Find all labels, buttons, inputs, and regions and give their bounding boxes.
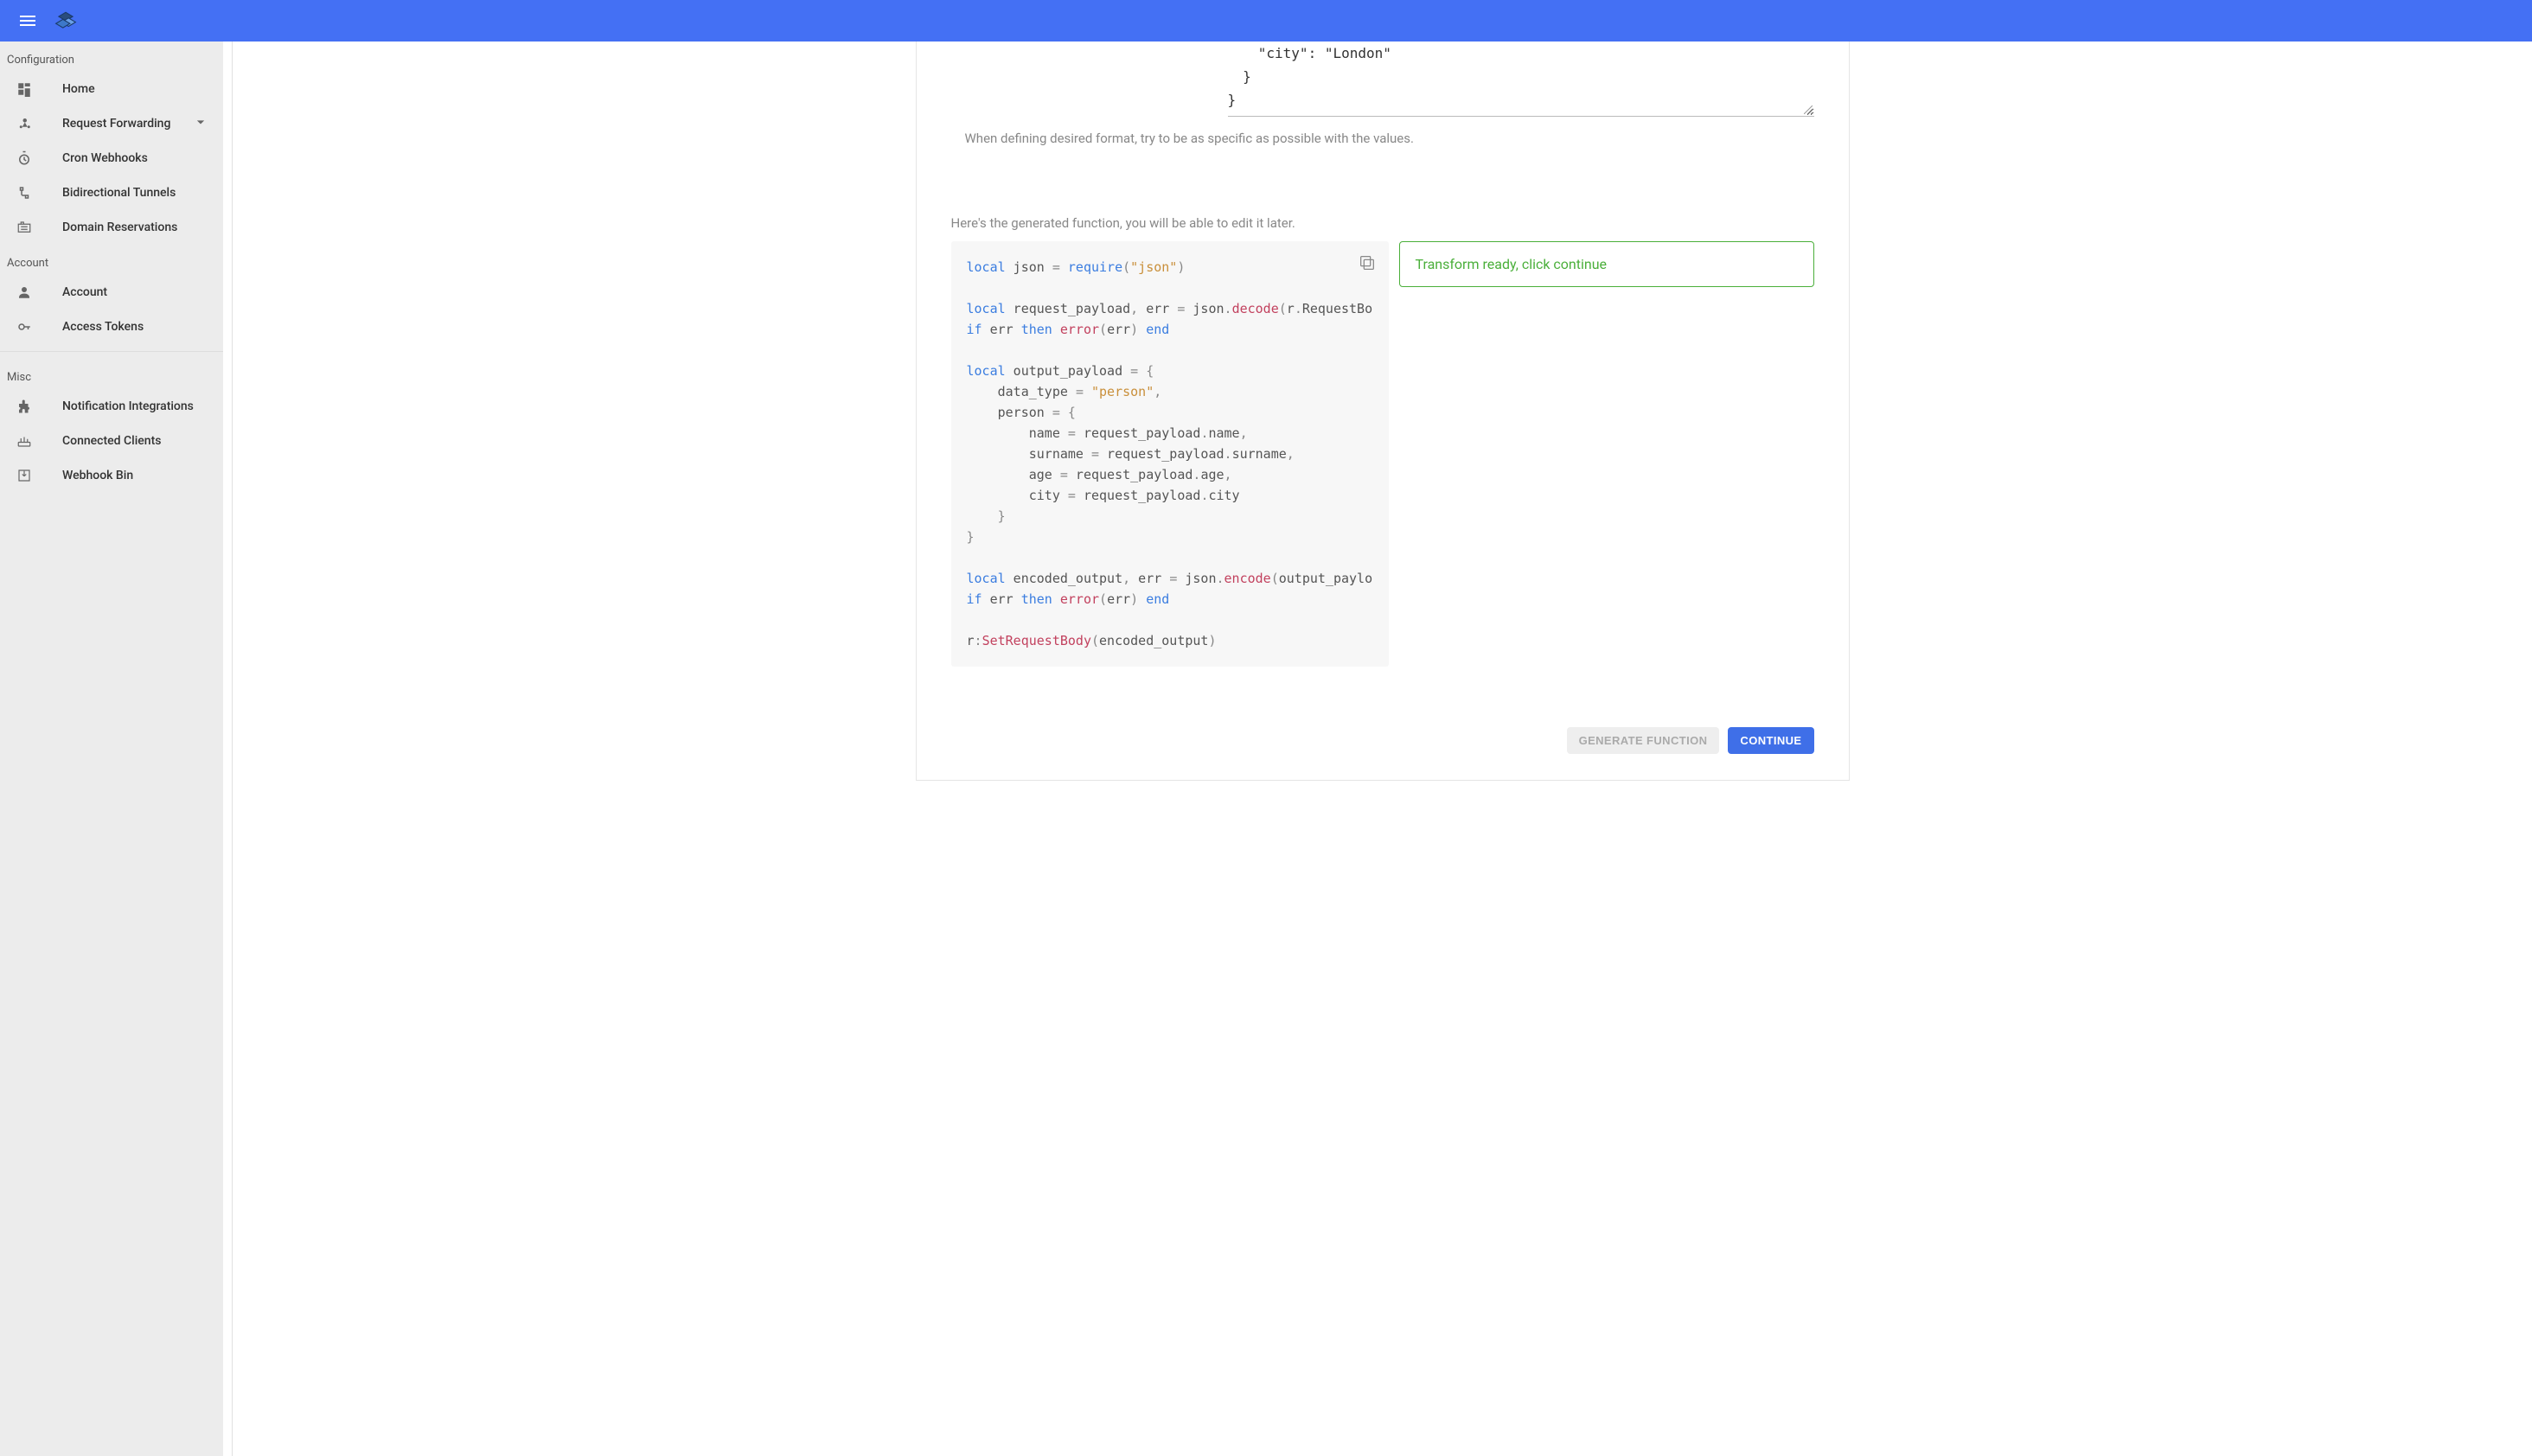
sidebar-item-label: Notification Integrations [62, 399, 209, 413]
router-icon [14, 431, 35, 451]
hamburger-icon [17, 10, 38, 31]
status-text: Transform ready, click continue [1416, 256, 1608, 272]
sidebar: Configuration Home Request Forwarding Cr… [0, 42, 223, 1456]
domain-icon [14, 217, 35, 238]
sidebar-item-cron-webhooks[interactable]: Cron Webhooks [0, 141, 223, 176]
sidebar-section-configuration: Configuration [0, 42, 223, 72]
form-card: "city": "London" } } When defining desir… [916, 42, 1850, 781]
transform-status-box: Transform ready, click continue [1399, 241, 1814, 287]
sidebar-item-webhook-bin[interactable]: Webhook Bin [0, 458, 223, 493]
code-content: local json = require("json") local reque… [967, 257, 1373, 651]
key-icon [14, 316, 35, 337]
sidebar-item-notification-integrations[interactable]: Notification Integrations [0, 389, 223, 424]
sidebar-item-label: Home [62, 82, 209, 96]
footer-actions: Generate Function Continue [951, 727, 1814, 754]
resize-handle-icon[interactable] [1804, 105, 1813, 114]
sidebar-item-label: Domain Reservations [62, 220, 209, 234]
sidebar-item-label: Webhook Bin [62, 469, 209, 482]
format-hint-text: When defining desired format, try to be … [965, 131, 1814, 146]
sidebar-item-label: Request Forwarding [62, 117, 192, 131]
generated-code-box: local json = require("json") local reque… [951, 241, 1389, 667]
sidebar-item-bidirectional-tunnels[interactable]: Bidirectional Tunnels [0, 176, 223, 210]
sidebar-item-domain-reservations[interactable]: Domain Reservations [0, 210, 223, 245]
person-icon [14, 282, 35, 303]
sidebar-section-account: Account [0, 245, 223, 275]
copy-icon [1358, 253, 1377, 272]
sidebar-item-account[interactable]: Account [0, 275, 223, 310]
desired-format-textarea[interactable]: "city": "London" } } [1228, 42, 1814, 117]
dashboard-icon [14, 79, 35, 99]
chevron-down-icon [192, 113, 209, 134]
sidebar-item-label: Account [62, 285, 209, 299]
copy-code-button[interactable] [1358, 253, 1377, 278]
sidebar-item-connected-clients[interactable]: Connected Clients [0, 424, 223, 458]
generated-function-label: Here's the generated function, you will … [951, 215, 1814, 231]
app-logo [48, 3, 83, 38]
topbar [0, 0, 2532, 42]
sidebar-item-label: Access Tokens [62, 320, 209, 334]
sidebar-section-misc: Misc [0, 359, 223, 389]
generate-function-button: Generate Function [1567, 727, 1720, 754]
json-line: "city": "London" [1258, 45, 1391, 61]
logo-icon [54, 10, 77, 32]
webhook-icon [14, 113, 35, 134]
tunnel-icon [14, 182, 35, 203]
sidebar-item-label: Connected Clients [62, 434, 209, 448]
sidebar-item-home[interactable]: Home [0, 72, 223, 106]
menu-toggle-button[interactable] [7, 0, 48, 42]
sidebar-item-label: Cron Webhooks [62, 151, 209, 165]
sidebar-item-request-forwarding[interactable]: Request Forwarding [0, 106, 223, 141]
divider [0, 351, 223, 352]
main-content: "city": "London" } } When defining desir… [233, 42, 2532, 1456]
continue-button[interactable]: Continue [1728, 727, 1813, 754]
extension-icon [14, 396, 35, 417]
inbox-icon [14, 465, 35, 486]
sidebar-item-label: Bidirectional Tunnels [62, 186, 209, 200]
sidebar-item-access-tokens[interactable]: Access Tokens [0, 310, 223, 344]
timer-icon [14, 148, 35, 169]
